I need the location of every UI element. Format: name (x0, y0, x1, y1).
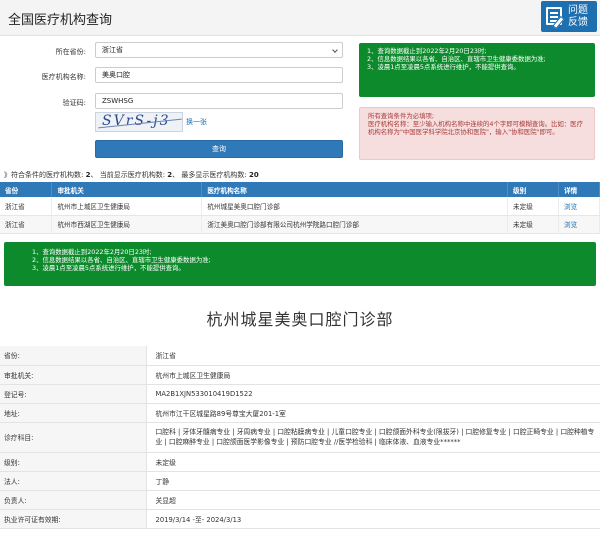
col-name: 医疗机构名称 (201, 182, 509, 197)
result-summary: 》符合条件的医疗机构数: 2、 当前显示医疗机构数: 2、 最多显示医疗机构数:… (4, 170, 259, 180)
name-label: 医疗机构名称: (41, 73, 86, 81)
detail-row: 地址: 杭州市江干区城星路89号尊宝大厦201-1室 (0, 403, 600, 423)
captcha-label: 验证码: (62, 99, 86, 107)
chevron-down-icon (332, 47, 338, 53)
detail-key: 负责人: (0, 490, 146, 510)
table-row: 浙江省 杭州市西湖区卫生健康局 浙江美奥口腔门诊部有限公司杭州学院路口腔门诊部 … (0, 215, 600, 234)
info-notice-line: 3、凌晨1点至凌晨5点系统进行维护，不能提供查询。 (32, 264, 185, 273)
detail-key: 省份: (0, 346, 146, 366)
page-title: 全国医疗机构查询 (8, 13, 113, 28)
cell-detail: 浏览 (558, 197, 600, 216)
detail-row: 审批机关: 杭州市上城区卫生健康局 (0, 365, 600, 385)
cell-province: 浙江省 (0, 215, 53, 234)
province-label: 所在省份: (55, 48, 86, 56)
detail-key: 审批机关: (0, 365, 146, 385)
detail-row: 负责人: 关显超 (0, 490, 600, 510)
detail-value: 未定级 (145, 452, 600, 472)
required-notice-line: 医疗机构名称：至少输入机构名称中连续的4个字即可模糊查询。比如：医疗机构名称为"… (368, 120, 583, 137)
detail-key: 级别: (0, 452, 146, 472)
info-notice-line: 1、查询数据截止到2022年2月20日23时; (367, 47, 487, 55)
captcha-field[interactable] (95, 93, 343, 109)
detail-row: 法人: 丁静 (0, 471, 600, 491)
detail-title: 杭州城星美奥口腔门诊部 (206, 310, 394, 329)
summary-max-label: 、 最多显示医疗机构数: (172, 171, 247, 179)
detail-value: 浙江省 (145, 346, 600, 366)
detail-row: 执业许可证有效期: 2019/3/14 -至- 2024/3/13 (0, 509, 600, 529)
detail-key: 法人: (0, 471, 146, 491)
detail-value: 口腔科 | 牙体牙髓病专业 | 牙周病专业 | 口腔粘膜病专业 | 儿童口腔专业… (145, 422, 600, 453)
info-notice-line: 3、凌晨1点至凌晨5点系统进行维护，不能提供查询。 (367, 63, 520, 72)
col-level: 级别 (507, 182, 559, 197)
institution-name-input[interactable] (102, 68, 342, 82)
feedback-button[interactable]: 问题 反馈 (541, 1, 597, 32)
info-notice: 1、查询数据截止到2022年2月20日23时; 2、信息数据结果以各省、自治区、… (359, 43, 595, 97)
detail-value: MA2B1XJN533010419D1522 (145, 384, 600, 404)
top-bar: 全国医疗机构查询 问题 反馈 (0, 0, 600, 36)
summary-prefix: 》符合条件的医疗机构数: (4, 171, 84, 179)
refresh-captcha-link[interactable]: 换一张 (186, 117, 207, 127)
detail-key: 地址: (0, 403, 146, 423)
captcha-input[interactable] (102, 94, 342, 108)
detail-row: 省份: 浙江省 (0, 346, 600, 366)
detail-value: 关显超 (145, 490, 600, 510)
required-notice: 所有查询条件为必填项; 医疗机构名称：至少输入机构名称中连续的4个字即可模糊查询… (359, 107, 595, 160)
captcha-image[interactable]: SVrS-j3 (95, 112, 183, 132)
cell-authority: 杭州市西湖区卫生健康局 (51, 215, 203, 234)
cell-name: 杭州城星美奥口腔门诊部 (201, 197, 509, 216)
edit-note-icon (546, 7, 562, 25)
cell-level: 未定级 (507, 215, 559, 234)
detail-row: 诊疗科目: 口腔科 | 牙体牙髓病专业 | 牙周病专业 | 口腔粘膜病专业 | 儿… (0, 422, 600, 453)
detail-key: 执业许可证有效期: (0, 509, 146, 529)
max-count: 20 (249, 171, 259, 179)
col-authority: 审批机关 (51, 182, 203, 197)
cell-detail: 浏览 (558, 215, 600, 234)
institution-name-field[interactable] (95, 67, 343, 83)
detail-row: 登记号: MA2B1XJN533010419D1522 (0, 384, 600, 404)
detail-value: 杭州市上城区卫生健康局 (145, 365, 600, 385)
info-notice-line: 1、查询数据截止到2022年2月20日23时; (32, 248, 152, 256)
col-province: 省份 (0, 182, 53, 197)
summary-current-label: 、 当前显示医疗机构数: (90, 171, 166, 179)
results-header-row: 省份 审批机关 医疗机构名称 级别 详情 (0, 182, 600, 197)
cell-province: 浙江省 (0, 197, 53, 216)
detail-key: 登记号: (0, 384, 146, 404)
detail-link[interactable]: 浏览 (564, 203, 577, 211)
detail-key: 诊疗科目: (0, 422, 146, 453)
feedback-label-line1: 问题 (568, 5, 588, 16)
province-selected-value: 浙江省 (102, 46, 123, 54)
detail-table: 省份: 浙江省 审批机关: 杭州市上城区卫生健康局 登记号: MA2B1XJN5330… (0, 346, 600, 529)
results-table: 省份 审批机关 医疗机构名称 级别 详情 浙江省 杭州市上城区卫生健康局 杭州城… (0, 182, 600, 234)
info-notice-bottom: 1、查询数据截止到2022年2月20日23时; 2、信息数据结果以各省、自治区、… (4, 242, 596, 286)
detail-row: 级别: 未定级 (0, 452, 600, 472)
feedback-label-line2: 反馈 (568, 17, 588, 28)
col-detail: 详情 (558, 182, 600, 197)
detail-value: 2019/3/14 -至- 2024/3/13 (145, 509, 600, 529)
cell-authority: 杭州市上城区卫生健康局 (51, 197, 203, 216)
detail-link[interactable]: 浏览 (564, 221, 577, 229)
cell-name: 浙江美奥口腔门诊部有限公司杭州学院路口腔门诊部 (201, 215, 509, 234)
province-select[interactable]: 浙江省 (95, 42, 343, 58)
detail-value: 杭州市江干区城星路89号尊宝大厦201-1室 (145, 403, 600, 423)
required-notice-line: 所有查询条件为必填项; (368, 112, 435, 120)
table-row: 浙江省 杭州市上城区卫生健康局 杭州城星美奥口腔门诊部 未定级 浏览 (0, 197, 600, 216)
query-button[interactable]: 查询 (95, 140, 343, 158)
detail-value: 丁静 (145, 471, 600, 491)
cell-level: 未定级 (507, 197, 559, 216)
